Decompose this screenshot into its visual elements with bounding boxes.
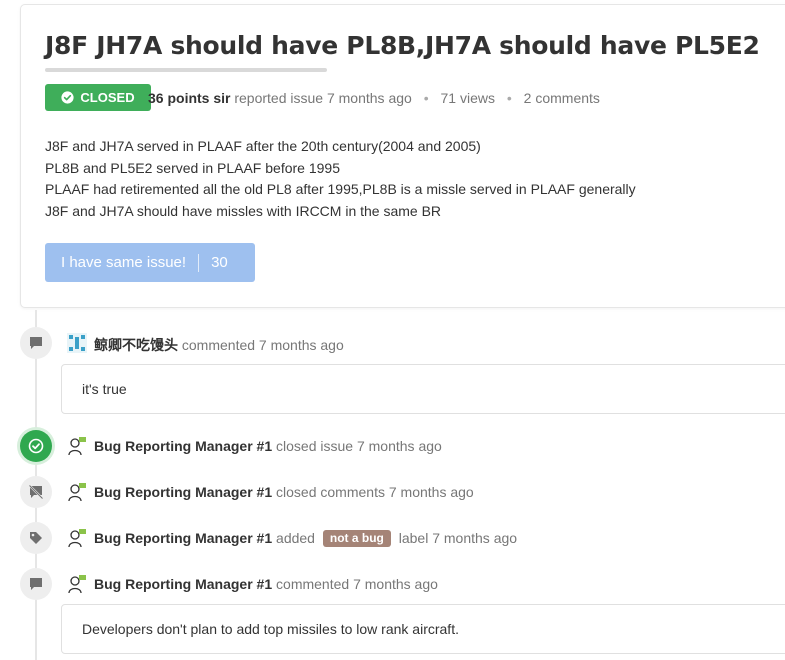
timeline-event: Bug Reporting Manager #1 commented 7 mon… xyxy=(94,576,438,592)
check-circle-icon xyxy=(20,430,52,462)
comment-box: Developers don't plan to add top missile… xyxy=(61,604,785,654)
author-link[interactable]: 36 points sir xyxy=(148,90,230,106)
same-issue-label: I have same issue! xyxy=(61,254,187,271)
status-label: CLOSED xyxy=(80,90,135,105)
same-issue-button[interactable]: I have same issue! 30 xyxy=(45,243,255,282)
tag-icon xyxy=(20,522,52,554)
comment-icon xyxy=(20,327,52,359)
status-badge: CLOSED xyxy=(45,84,151,111)
issue-card: J8F JH7A should have PL8B,JH7A should ha… xyxy=(20,4,785,308)
avatar[interactable] xyxy=(67,333,87,353)
title-underline xyxy=(45,68,327,72)
user-link[interactable]: Bug Reporting Manager #1 xyxy=(94,576,272,592)
body-line: PL8B and PL5E2 served in PLAAF before 19… xyxy=(45,159,340,176)
user-link[interactable]: Bug Reporting Manager #1 xyxy=(94,438,272,454)
same-issue-count: 30 xyxy=(211,254,228,271)
timeline-event: Bug Reporting Manager #1 closed issue 7 … xyxy=(94,438,442,454)
event-action: closed comments 7 months ago xyxy=(276,484,474,500)
event-action: commented 7 months ago xyxy=(276,576,438,592)
avatar[interactable] xyxy=(67,528,87,548)
timeline-event: Bug Reporting Manager #1 added not a bug… xyxy=(94,530,517,548)
user-link[interactable]: Bug Reporting Manager #1 xyxy=(94,530,272,546)
issue-body: J8F and JH7A served in PLAAF after the 2… xyxy=(45,136,636,222)
comment-text: it's true xyxy=(82,381,127,397)
avatar[interactable] xyxy=(67,482,87,502)
separator-dot: • xyxy=(423,90,429,106)
event-action: added xyxy=(276,530,315,546)
body-line: PLAAF had retiremented all the old PL8 a… xyxy=(45,181,636,197)
views-count: 71 views xyxy=(440,90,495,106)
label-badge[interactable]: not a bug xyxy=(322,530,391,547)
timeline-event: Bug Reporting Manager #1 closed comments… xyxy=(94,484,474,500)
body-line: J8F and JH7A should have missles with IR… xyxy=(45,202,442,219)
avatar[interactable] xyxy=(67,436,87,456)
comment-box: it's true xyxy=(61,364,785,414)
event-action: label 7 months ago xyxy=(398,530,518,546)
reported-text: reported issue 7 months ago xyxy=(234,90,412,106)
issue-meta: 36 points sir reported issue 7 months ag… xyxy=(148,90,600,106)
body-line: J8F and JH7A served in PLAAF after the 2… xyxy=(45,138,481,154)
issue-title: J8F JH7A should have PL8B,JH7A should ha… xyxy=(45,31,760,60)
comment-off-icon xyxy=(20,476,52,508)
comments-count: 2 comments xyxy=(523,90,600,106)
user-link[interactable]: Bug Reporting Manager #1 xyxy=(94,484,272,500)
event-action: commented 7 months ago xyxy=(181,337,344,353)
check-circle-icon xyxy=(61,91,74,104)
comment-icon xyxy=(20,568,52,600)
avatar[interactable] xyxy=(67,574,87,594)
button-divider xyxy=(198,253,200,272)
separator-dot: • xyxy=(506,90,512,106)
user-link[interactable]: 鲸卿不吃馒头 xyxy=(94,337,178,353)
event-action: closed issue 7 months ago xyxy=(276,438,442,454)
comment-text: Developers don't plan to add top missile… xyxy=(82,621,459,637)
timeline-event: 鲸卿不吃馒头 commented 7 months ago xyxy=(94,335,344,355)
